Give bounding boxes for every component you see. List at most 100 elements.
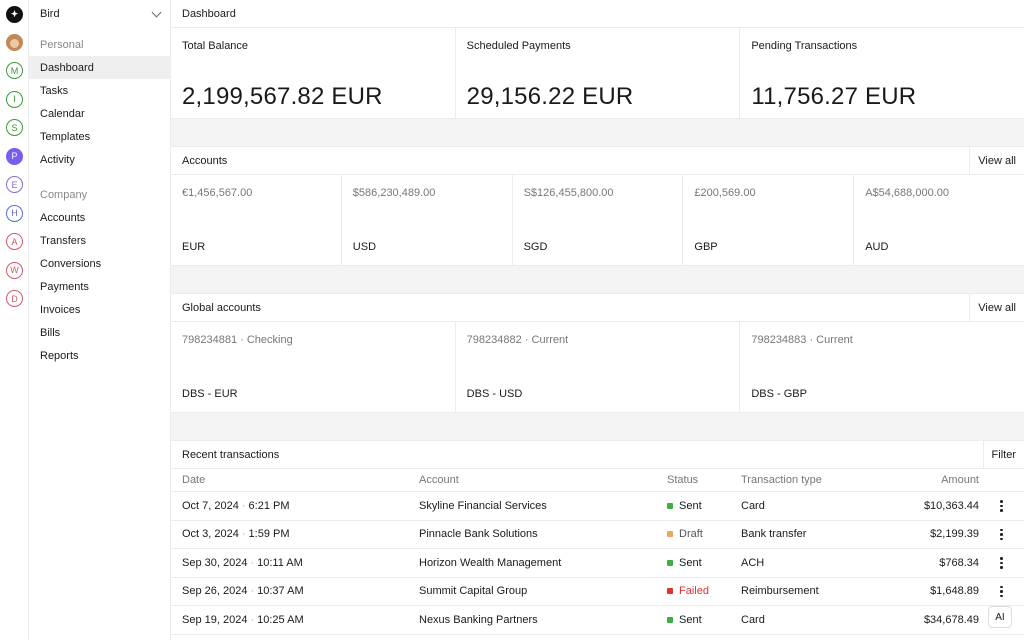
sidebar-item-transfers[interactable]: Transfers bbox=[29, 229, 170, 252]
global-account-name: DBS - USD bbox=[466, 388, 523, 400]
user-avatar[interactable] bbox=[6, 34, 23, 51]
section-spacer bbox=[171, 266, 1024, 294]
column-header-status[interactable]: Status bbox=[667, 474, 741, 486]
sidebar-item-activity[interactable]: Activity bbox=[29, 148, 170, 171]
account-currency: SGD bbox=[523, 241, 548, 253]
sidebar-item-reports[interactable]: Reports bbox=[29, 344, 170, 367]
table-row[interactable]: Sep 30, 2024 · 10:11 AM Horizon Wealth Mana… bbox=[171, 549, 1024, 578]
global-account-card[interactable]: 798234882 · Current DBS - USD bbox=[456, 322, 741, 412]
cell-amount: $2,199.39 bbox=[930, 528, 979, 541]
workspace-switcher[interactable]: Bird bbox=[29, 0, 170, 28]
stat-label: Scheduled Payments bbox=[466, 40, 571, 52]
global-accounts-header: Global accounts View all bbox=[171, 293, 1024, 322]
cell-account: Skyline Financial Services bbox=[419, 499, 547, 512]
cell-amount: $1,648.89 bbox=[930, 585, 979, 598]
ai-assistant-button[interactable]: AI bbox=[988, 606, 1012, 628]
cell-amount: $768.34 bbox=[939, 556, 979, 569]
sidebar: Bird Personal Dashboard Tasks Calendar Temp… bbox=[29, 0, 171, 640]
bird-logo-icon[interactable]: ✦ bbox=[6, 6, 23, 23]
separator: · bbox=[250, 556, 255, 569]
more-vertical-icon bbox=[1000, 500, 1003, 512]
cell-type: ACH bbox=[741, 556, 765, 569]
stat-total-balance: Total Balance 2,199,567.82 EUR bbox=[171, 28, 456, 118]
global-account-card[interactable]: 798234881 · Checking DBS - EUR bbox=[171, 322, 456, 412]
sidebar-item-bills[interactable]: Bills bbox=[29, 321, 170, 344]
more-vertical-icon bbox=[1000, 528, 1003, 540]
sidebar-item-invoices[interactable]: Invoices bbox=[29, 298, 170, 321]
account-card-sgd[interactable]: S$126,455,800.00 SGD bbox=[513, 175, 684, 265]
section-label-personal: Personal bbox=[40, 39, 84, 51]
stat-label: Pending Transactions bbox=[751, 40, 858, 52]
workspace-s-icon[interactable]: S bbox=[6, 119, 23, 136]
table-row[interactable]: Oct 3, 2024 · 1:59 PM Pinnacle Bank Solutio… bbox=[171, 521, 1024, 549]
table-row[interactable]: Oct 7, 2024 · 6:21 PM Skyline Financial Ser… bbox=[171, 492, 1024, 521]
status-text: Sent bbox=[679, 556, 702, 569]
column-header-account[interactable]: Account bbox=[419, 474, 667, 486]
stat-pending-transactions: Pending Transactions 11,756.27 EUR bbox=[740, 28, 1024, 118]
account-balance: S$126,455,800.00 bbox=[523, 187, 614, 199]
global-accounts-title: Global accounts bbox=[182, 301, 261, 314]
column-header-amount[interactable]: Amount bbox=[861, 474, 979, 486]
account-currency: EUR bbox=[182, 241, 206, 253]
account-card-gbp[interactable]: £200,569.00 GBP bbox=[683, 175, 855, 265]
cell-date: Sep 26, 2024 · 10:37 AM bbox=[171, 585, 419, 597]
column-header-type[interactable]: Transaction type bbox=[741, 474, 861, 486]
account-card-usd[interactable]: $586,230,489.00 USD bbox=[342, 175, 513, 265]
page-title: Dashboard bbox=[171, 0, 1024, 28]
workspace-i-icon[interactable]: I bbox=[6, 90, 23, 108]
workspace-p-icon[interactable]: P bbox=[6, 147, 23, 165]
cell-account: Horizon Wealth Management bbox=[419, 556, 562, 569]
status-badge: Sent bbox=[667, 500, 741, 512]
sidebar-item-dashboard[interactable]: Dashboard bbox=[29, 56, 170, 79]
sidebar-item-payments[interactable]: Payments bbox=[29, 275, 170, 298]
account-card-aud[interactable]: A$54,688,000.00 AUD bbox=[854, 175, 1024, 265]
workspace-rail: ✦ MISPEHAWD bbox=[0, 0, 29, 640]
row-menu-button[interactable] bbox=[979, 528, 1024, 540]
status-text: Draft bbox=[679, 528, 703, 541]
account-currency: GBP bbox=[694, 241, 718, 253]
table-row[interactable]: Sep 19, 2024 · 10:25 AM Nexus Banking Partn… bbox=[171, 606, 1024, 635]
column-header-date[interactable]: Date bbox=[171, 474, 419, 486]
workspace-a-icon[interactable]: A bbox=[6, 233, 23, 250]
workspace-h-icon[interactable]: H bbox=[6, 204, 23, 222]
separator: · bbox=[241, 499, 246, 512]
sidebar-item-tasks[interactable]: Tasks bbox=[29, 79, 170, 102]
account-card-eur[interactable]: €1,456,567.00 EUR bbox=[171, 175, 342, 265]
status-dot-icon bbox=[667, 502, 673, 509]
cell-type: Card bbox=[741, 613, 765, 626]
cell-date: Sep 19, 2024 · 10:25 AM bbox=[171, 614, 419, 626]
cell-date: Sep 30, 2024 · 10:11 AM bbox=[171, 557, 419, 569]
status-badge: Sent bbox=[667, 614, 741, 626]
global-account-name: DBS - EUR bbox=[182, 388, 238, 400]
global-accounts-view-all-button[interactable]: View all bbox=[969, 293, 1024, 322]
separator: · bbox=[241, 528, 246, 541]
sidebar-item-conversions[interactable]: Conversions bbox=[29, 252, 170, 275]
cell-date: Oct 3, 2024 · 1:59 PM bbox=[171, 528, 419, 540]
row-menu-button[interactable] bbox=[979, 500, 1024, 512]
sidebar-item-accounts[interactable]: Accounts bbox=[29, 206, 170, 229]
transactions-table: Date Account Status Transaction type Amo… bbox=[171, 469, 1024, 635]
status-dot-icon bbox=[667, 559, 673, 566]
sidebar-item-templates[interactable]: Templates bbox=[29, 125, 170, 148]
date-text: Oct 3, 2024 bbox=[182, 528, 239, 541]
cell-type: Card bbox=[741, 499, 765, 512]
stat-value: 2,199,567.82 EUR bbox=[182, 83, 383, 110]
sidebar-item-calendar[interactable]: Calendar bbox=[29, 102, 170, 125]
row-menu-button[interactable] bbox=[979, 557, 1024, 569]
accounts-view-all-button[interactable]: View all bbox=[969, 146, 1024, 175]
date-text: Oct 7, 2024 bbox=[182, 499, 239, 512]
table-row[interactable]: Sep 26, 2024 · 10:37 AM Summit Capital Grou… bbox=[171, 578, 1024, 606]
workspace-e-icon[interactable]: E bbox=[6, 176, 23, 193]
workspace-w-icon[interactable]: W bbox=[6, 261, 23, 279]
row-menu-button[interactable] bbox=[979, 585, 1024, 597]
workspace-d-icon[interactable]: D bbox=[6, 290, 23, 307]
global-account-card[interactable]: 798234883 · Current DBS - GBP bbox=[740, 322, 1024, 412]
transactions-filter-button[interactable]: Filter bbox=[982, 440, 1024, 469]
more-vertical-icon bbox=[1000, 557, 1003, 569]
cell-type: Reimbursement bbox=[741, 585, 819, 598]
account-cards: €1,456,567.00 EUR $586,230,489.00 USD S$126,… bbox=[171, 175, 1024, 266]
table-header: Date Account Status Transaction type Amo… bbox=[171, 469, 1024, 492]
status-badge: Sent bbox=[667, 557, 741, 569]
stat-label: Total Balance bbox=[182, 40, 249, 52]
workspace-m-icon[interactable]: M bbox=[6, 62, 23, 79]
